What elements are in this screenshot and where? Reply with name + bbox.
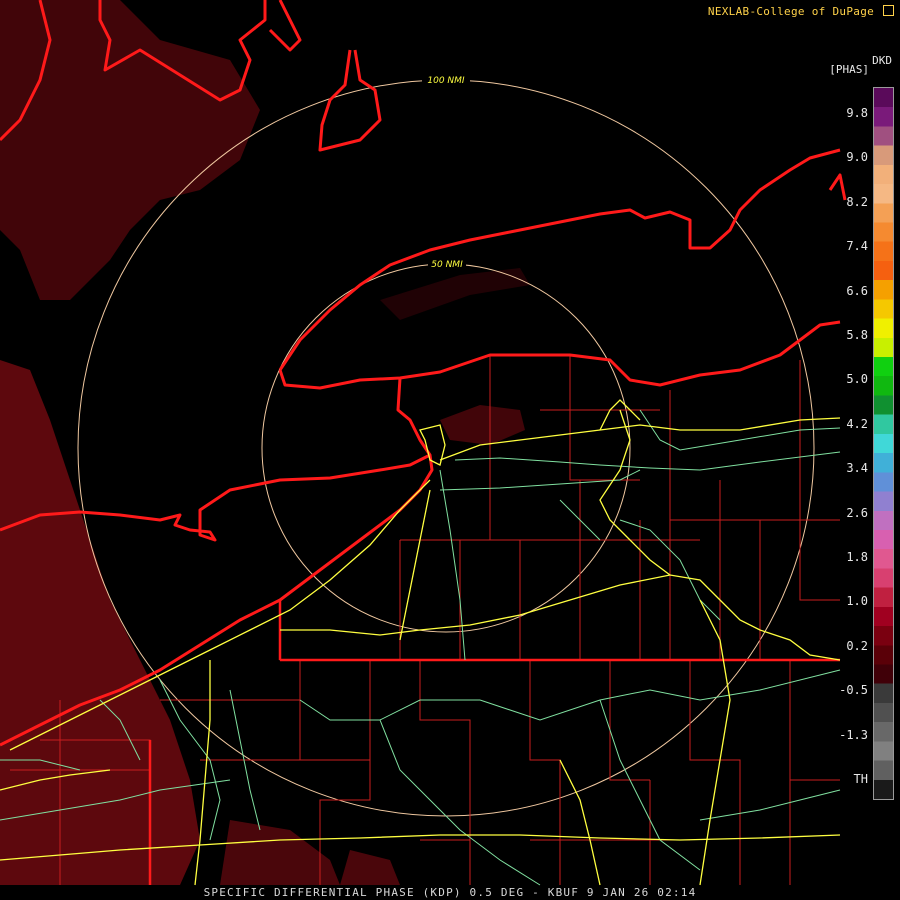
east-islands	[828, 173, 847, 201]
legend-label: 9.8	[846, 106, 868, 120]
highway-i86	[280, 574, 841, 661]
legend-label: 5.0	[846, 372, 868, 387]
range-ring-50-label: 50 NMI	[431, 260, 463, 270]
logo-icon	[883, 5, 894, 16]
product-title: SPECIFIC DIFFERENTIAL PHASE (KDP) 0.5 DE…	[203, 886, 697, 899]
legend-label: -1.3	[839, 727, 868, 742]
legend-label: 0.2	[846, 638, 868, 653]
credit-text: NEXLAB-College of DuPage	[708, 4, 894, 18]
highway-southeast	[559, 759, 601, 886]
legend-label: 8.2	[846, 194, 868, 209]
legend-label: 7.4	[846, 239, 868, 254]
highway-i390	[599, 409, 671, 576]
north-inlet	[268, 0, 302, 52]
range-ring-100-label: 100 NMI	[427, 76, 465, 86]
legend-label: 9.0	[846, 150, 868, 165]
legend-label: -0.5	[839, 683, 868, 698]
lake-ontario-shore	[278, 148, 841, 371]
legend-label: TH	[853, 772, 868, 786]
echo-region-south	[220, 820, 340, 885]
range-ring-50	[261, 263, 631, 633]
echo-region-south-2	[340, 850, 400, 885]
echo-region-west	[0, 360, 200, 885]
legend-label: 5.8	[846, 328, 868, 342]
highway-south	[699, 599, 731, 886]
lake-simcoe-east	[318, 49, 382, 152]
color-scale-bar	[873, 87, 894, 800]
lake-ontario-south-shore	[278, 320, 841, 390]
legend-label: 1.8	[846, 550, 868, 564]
echo-region-center	[440, 405, 525, 445]
echo-region-lake	[380, 268, 530, 320]
legend-code: DKD	[872, 54, 892, 67]
echo-region-northwest	[0, 0, 260, 300]
legend-label: 6.6	[846, 283, 868, 298]
legend-label: 4.2	[846, 416, 868, 431]
legend-label: 2.6	[846, 505, 868, 520]
legend-unit: [PHAS]	[829, 63, 869, 76]
radar-display: 100 NMI 50 NMI NEXLAB-College of DuPage …	[0, 0, 900, 900]
highway-i79	[194, 660, 211, 886]
radar-map[interactable]: 100 NMI 50 NMI	[0, 0, 900, 900]
highway-us219	[399, 489, 431, 641]
radar-echo-layer	[0, 0, 530, 885]
legend-label: 3.4	[846, 461, 868, 476]
legend-label: 1.0	[846, 594, 868, 609]
